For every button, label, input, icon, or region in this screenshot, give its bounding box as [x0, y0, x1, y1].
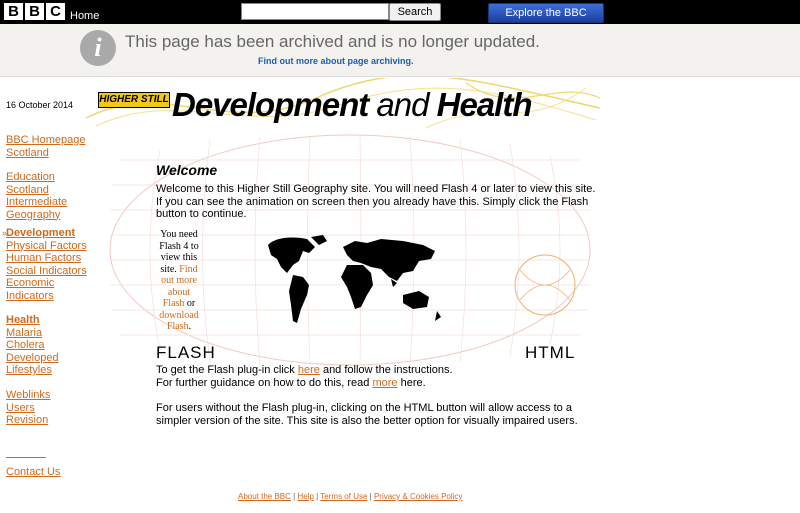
current-page-arrow-icon: »: [2, 228, 8, 238]
guidance-more-link[interactable]: more: [372, 377, 397, 389]
footer-privacy[interactable]: Privacy & Cookies Policy: [374, 492, 462, 501]
page-date: 16 October 2014: [6, 100, 74, 110]
bbc-logo-letter-b1: B: [4, 3, 23, 20]
nav-development[interactable]: Development: [6, 227, 75, 239]
nav-group-bbc: BBC Homepage Scotland: [6, 134, 86, 159]
flash-version-button[interactable]: FLASH: [156, 343, 216, 363]
footer-links: About the BBC | Help | Terms of Use | Pr…: [238, 492, 462, 501]
nav-education[interactable]: Education: [6, 171, 55, 183]
nav-divider: [6, 457, 46, 458]
plugin-instructions: To get the Flash plug-in click here and …: [156, 364, 596, 389]
nav-users[interactable]: Users: [6, 402, 35, 414]
site-title: Development and Health: [172, 86, 533, 124]
footer-about-bbc[interactable]: About the BBC: [238, 492, 291, 501]
nav-health[interactable]: Health: [6, 314, 40, 326]
nav-cholera[interactable]: Cholera: [6, 339, 45, 351]
html-version-button[interactable]: HTML: [525, 343, 575, 363]
guidance-text-pre: For further guidance on how to do this, …: [156, 376, 373, 389]
higher-still-tag: HIGHER STILL: [98, 92, 170, 108]
flash-requirement-note: You need Flash 4 to view this site. Find…: [158, 229, 200, 333]
home-link[interactable]: Home: [70, 10, 99, 22]
nav-contact-us[interactable]: Contact Us: [6, 466, 60, 478]
footer-help[interactable]: Help: [297, 492, 313, 501]
bbc-logo[interactable]: B B C: [4, 3, 65, 20]
welcome-heading: Welcome: [156, 162, 218, 178]
nav-group-health: Health Malaria Cholera Developed Lifesty…: [6, 314, 59, 377]
title-development: Development: [172, 86, 369, 123]
archive-info-link[interactable]: Find out more about page archiving.: [258, 56, 414, 66]
nav-malaria[interactable]: Malaria: [6, 327, 42, 339]
nav-group-tools: Weblinks Users Revision: [6, 389, 50, 427]
search-input[interactable]: [241, 3, 389, 20]
footer-terms[interactable]: Terms of Use: [320, 492, 367, 501]
explore-the-bbc-button[interactable]: Explore the BBC: [488, 3, 604, 23]
plugin-here-link[interactable]: here: [298, 364, 320, 376]
nav-scotland[interactable]: Scotland: [6, 147, 49, 159]
nav-human-factors[interactable]: Human Factors: [6, 252, 81, 264]
flash-note-or: or: [186, 298, 196, 309]
nav-education-scotland[interactable]: Scotland: [6, 184, 49, 196]
nav-indicators[interactable]: Indicators: [6, 290, 54, 302]
search-button[interactable]: Search: [389, 3, 441, 21]
info-icon: i: [80, 30, 116, 66]
nav-group-education: Education Scotland Intermediate Geograph…: [6, 171, 67, 221]
flash-download-link[interactable]: download Flash: [159, 310, 198, 333]
bbc-top-bar: B B C Home Search Explore the BBC: [0, 0, 800, 24]
flash-note-end: .: [188, 321, 192, 332]
nav-weblinks[interactable]: Weblinks: [6, 389, 50, 401]
title-health: Health: [436, 86, 533, 123]
nav-intermediate[interactable]: Intermediate: [6, 196, 67, 208]
nav-developed[interactable]: Developed: [6, 352, 59, 364]
guidance-text-post: here.: [397, 376, 426, 389]
intro-paragraph: Welcome to this Higher Still Geography s…: [156, 183, 596, 220]
nav-social-indicators[interactable]: Social Indicators: [6, 265, 87, 277]
plugin-text-pre: To get the Flash plug-in click: [156, 364, 298, 376]
archive-message: This page has been archived and is no lo…: [125, 32, 540, 51]
bbc-logo-letter-c: C: [46, 3, 65, 20]
nav-revision[interactable]: Revision: [6, 414, 48, 426]
world-map-graphic[interactable]: [263, 233, 445, 331]
nav-physical-factors[interactable]: Physical Factors: [6, 240, 87, 252]
bbc-logo-letter-b2: B: [25, 3, 44, 20]
title-and: and: [368, 86, 437, 123]
html-version-paragraph: For users without the Flash plug-in, cli…: [156, 402, 578, 427]
nav-economic[interactable]: Economic: [6, 277, 54, 289]
nav-bbc-homepage[interactable]: BBC Homepage: [6, 134, 86, 146]
nav-lifestyles[interactable]: Lifestyles: [6, 364, 52, 376]
nav-group-contact: Contact Us: [6, 466, 60, 479]
nav-group-development: » Development Physical Factors Human Fac…: [2, 227, 87, 302]
plugin-text-post: and follow the instructions.: [319, 364, 453, 376]
nav-geography[interactable]: Geography: [6, 209, 60, 221]
